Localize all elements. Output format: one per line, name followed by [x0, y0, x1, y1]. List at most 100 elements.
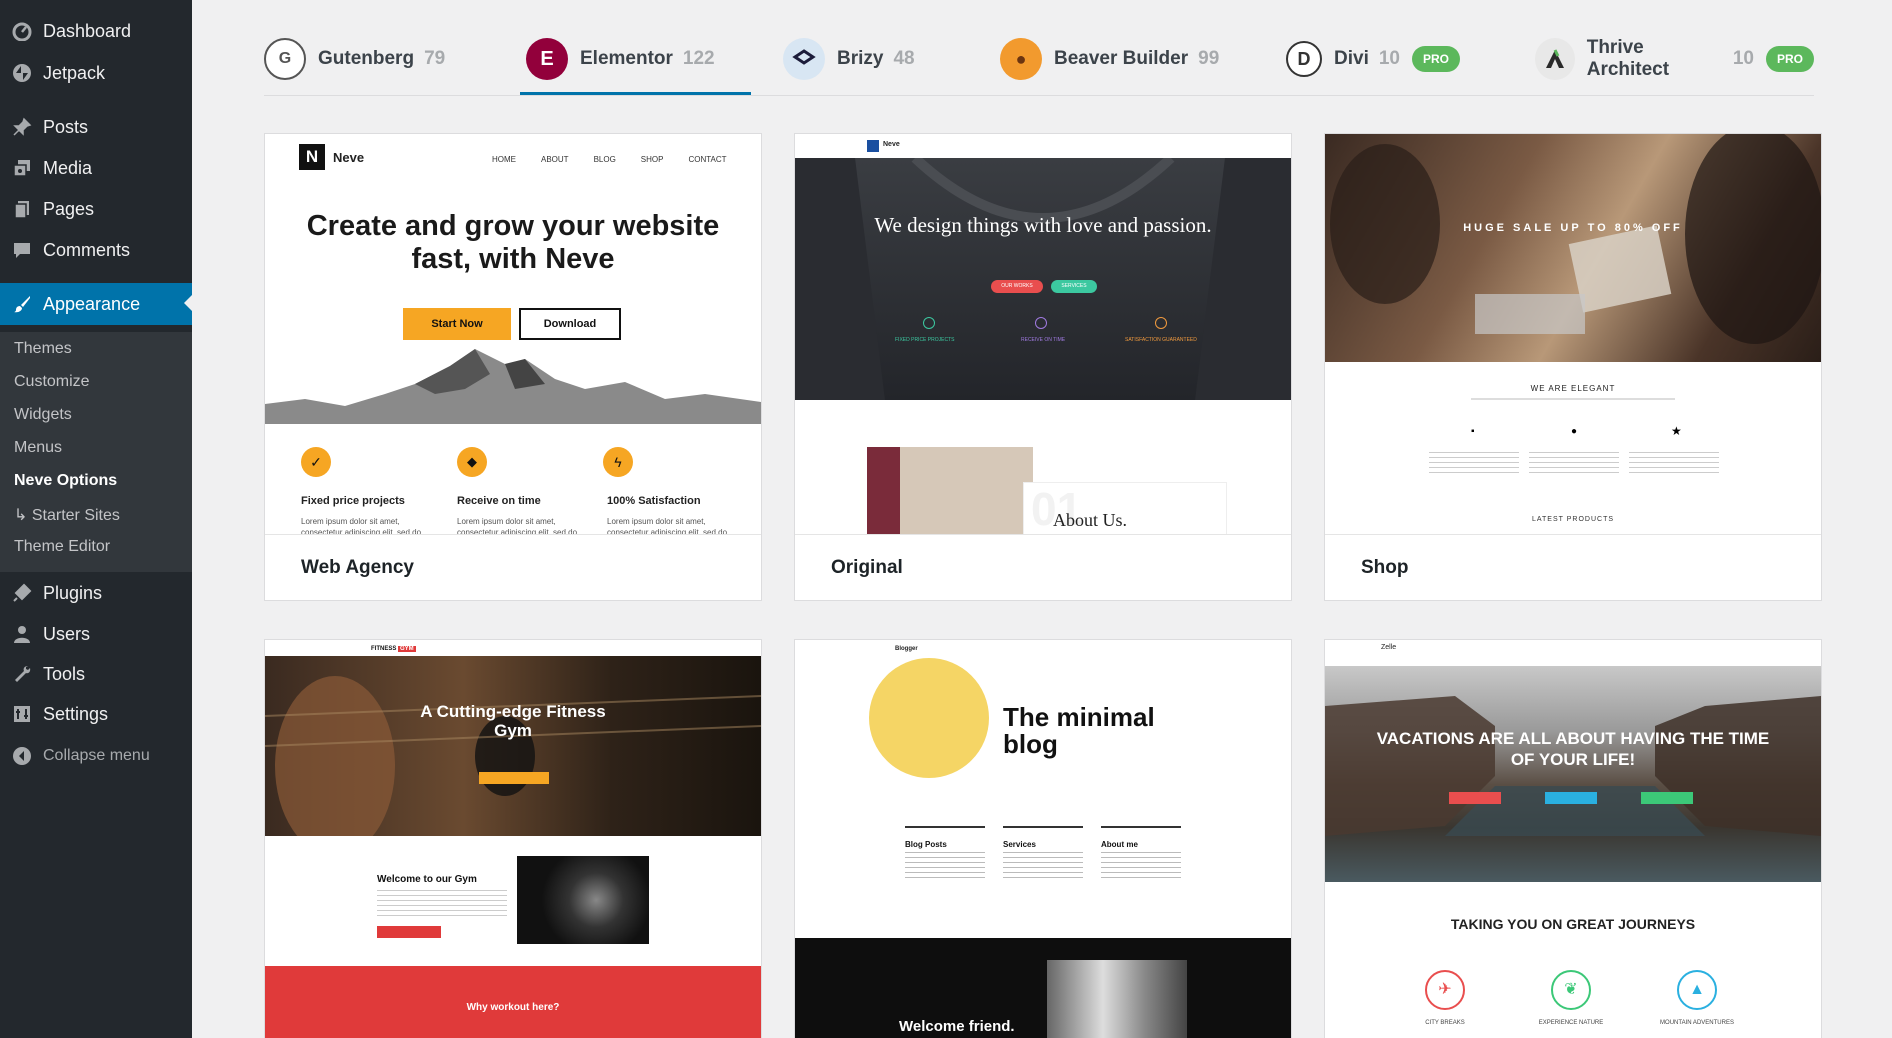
preview-feature: Fixed price projects — [301, 495, 405, 507]
starter-site-card-shop[interactable]: HUGE SALE UP TO 80% OFF WE ARE ELEGANT ▪… — [1324, 133, 1822, 601]
menu-settings-label: Settings — [43, 703, 109, 724]
submenu-starter-sites[interactable]: ↳ Starter Sites — [14, 505, 120, 525]
diamond-icon: ◆ — [457, 447, 487, 477]
media-icon — [11, 157, 33, 179]
preview-col-title: Services — [1003, 840, 1036, 849]
pages-icon — [11, 198, 33, 220]
tab-brizy[interactable]: Brizy 48 — [783, 36, 915, 82]
preview-headline: Create and grow your website fast, with … — [306, 210, 720, 275]
site-preview: Neve We design things with love and pass… — [795, 134, 1291, 534]
starter-site-card-web-agency[interactable]: N Neve HOME ABOUT BLOG SHOP CONTACT Crea… — [264, 133, 762, 601]
thrive-logo-icon — [1535, 38, 1575, 80]
submenu-themes[interactable]: Themes — [14, 340, 72, 358]
submenu-widgets[interactable]: Widgets — [14, 406, 72, 424]
tab-label: Beaver Builder — [1054, 48, 1189, 69]
neve-logo-icon: N — [299, 144, 325, 170]
preview-lorem: Lorem ipsum dolor sit amet, consectetur … — [301, 517, 422, 534]
menu-posts[interactable]: Posts — [0, 107, 192, 147]
beaver-logo-icon: ● — [1000, 38, 1042, 80]
site-preview: N Neve HOME ABOUT BLOG SHOP CONTACT Crea… — [265, 134, 761, 534]
starter-site-card-travel[interactable]: Zelle VACATIONS ARE ALL ABOUT HAVING THE… — [1324, 639, 1822, 1038]
tab-gutenberg[interactable]: G Gutenberg 79 — [264, 36, 445, 82]
preview-feature: SATISFACTION GUARANTEED — [1125, 337, 1197, 343]
preview-nav-item: HOME — [492, 155, 516, 164]
preview-headline: A Cutting-edge Fitness Gym — [420, 702, 606, 740]
tab-count: 10 — [1732, 48, 1754, 69]
menu-comments-label: Comments — [43, 239, 131, 260]
about-image — [867, 447, 1033, 534]
preview-nav: HOME ABOUT BLOG SHOP CONTACT — [492, 155, 727, 164]
menu-plugins-label: Plugins — [43, 582, 103, 603]
menu-pages[interactable]: Pages — [0, 189, 192, 229]
preview-lorem: Lorem ipsum dolor sit amet, consectetur … — [457, 517, 578, 534]
pushpin-icon — [11, 116, 33, 138]
admin-sidebar: Dashboard Jetpack Posts Media Pages Comm… — [0, 0, 192, 1038]
preview-elegant-title: WE ARE ELEGANT — [1530, 384, 1616, 393]
preview-feature: RECEIVE ON TIME — [1021, 337, 1066, 343]
dashboard-icon — [11, 20, 33, 42]
divi-logo-icon: D — [1286, 41, 1322, 77]
airplane-icon: ✈ — [1425, 970, 1465, 1010]
preview-headline: We design things with love and passion. — [874, 213, 1212, 237]
menu-jetpack-label: Jetpack — [43, 62, 106, 83]
leaf-icon: ❦ — [1551, 970, 1591, 1010]
preview-services-button: SERVICES — [1051, 280, 1097, 293]
main-content: G Gutenberg 79 E Elementor 122 Brizy 48 … — [192, 0, 1892, 1038]
preview-nav-item: CONTACT — [688, 155, 727, 164]
appearance-submenu: Themes Customize Widgets Menus Neve Opti… — [0, 332, 192, 572]
preview-feature: FIXED PRICE PROJECTS — [895, 337, 955, 343]
starter-site-card-original[interactable]: Neve We design things with love and pass… — [794, 133, 1292, 601]
site-preview: Blogger The minimal blog Blog Posts Serv… — [795, 640, 1291, 1038]
menu-media[interactable]: Media — [0, 148, 192, 188]
menu-tools[interactable]: Tools — [0, 654, 192, 694]
dumbbell-image — [517, 856, 649, 944]
menu-jetpack[interactable]: Jetpack — [0, 53, 192, 93]
check-icon: ✓ — [301, 447, 331, 477]
starter-site-card-blogger[interactable]: Blogger The minimal blog Blog Posts Serv… — [794, 639, 1292, 1038]
tab-count: 79 — [424, 48, 446, 69]
preview-welcome: Welcome to our Gym — [377, 874, 477, 885]
site-preview: HUGE SALE UP TO 80% OFF WE ARE ELEGANT ▪… — [1325, 134, 1821, 534]
preview-brand: Blogger — [895, 646, 918, 652]
preview-icon-label: CITY BREAKS — [1425, 1020, 1465, 1026]
gym-logo: FITNESS GYM — [371, 646, 416, 652]
wrench-icon — [11, 663, 33, 685]
collapse-icon — [11, 745, 33, 767]
menu-comments[interactable]: Comments — [0, 230, 192, 270]
neve-logo-icon — [867, 140, 879, 152]
preview-feature: Receive on time — [457, 495, 541, 507]
menu-dashboard[interactable]: Dashboard — [0, 11, 192, 51]
preview-our-works-button: OUR WORKS — [991, 280, 1043, 293]
site-preview: Zelle VACATIONS ARE ALL ABOUT HAVING THE… — [1325, 640, 1821, 1038]
preview-nav-item: SHOP — [640, 155, 664, 164]
tab-thrive-architect[interactable]: Thrive Architect 10 PRO — [1535, 36, 1814, 82]
preview-lorem: Lorem ipsum dolor sit amet, consectetur … — [607, 517, 728, 534]
tab-divi[interactable]: D Divi 10 PRO — [1286, 36, 1461, 82]
menu-appearance[interactable]: Appearance — [0, 283, 192, 325]
preview-latest-products: LATEST PRODUCTS — [1531, 516, 1615, 523]
submenu-menus[interactable]: Menus — [14, 439, 62, 457]
submenu-theme-editor[interactable]: Theme Editor — [14, 538, 110, 556]
preview-download-button: Download — [519, 308, 621, 340]
submenu-customize[interactable]: Customize — [14, 373, 90, 391]
preview-headline: VACATIONS ARE ALL ABOUT HAVING THE TIME … — [1376, 729, 1770, 769]
menu-collapse-label: Collapse menu — [43, 747, 150, 764]
tab-beaver-builder[interactable]: ● Beaver Builder 99 — [1000, 36, 1219, 82]
menu-plugins[interactable]: Plugins — [0, 573, 192, 613]
preview-city-button — [1449, 792, 1501, 804]
tab-elementor[interactable]: E Elementor 122 — [520, 36, 751, 95]
menu-collapse[interactable]: Collapse menu — [0, 736, 192, 776]
preview-welcome: Welcome friend. — [899, 1018, 1015, 1035]
preview-headline: The minimal blog — [1003, 702, 1155, 759]
submenu-neve-options[interactable]: Neve Options — [14, 472, 117, 490]
tab-count: 48 — [893, 48, 915, 69]
menu-appearance-label: Appearance — [43, 293, 141, 314]
menu-users[interactable]: Users — [0, 614, 192, 654]
pro-badge: PRO — [1412, 46, 1461, 72]
menu-settings[interactable]: Settings — [0, 694, 192, 734]
gift-icon: ▪ — [1471, 426, 1475, 437]
starter-site-card-fitness[interactable]: FITNESS GYM A Cutting-edge Fitness Gym W… — [264, 639, 762, 1038]
card-title: Shop — [1325, 534, 1821, 600]
preview-about-title: About Us. — [1053, 510, 1128, 530]
door-image — [1047, 960, 1187, 1038]
